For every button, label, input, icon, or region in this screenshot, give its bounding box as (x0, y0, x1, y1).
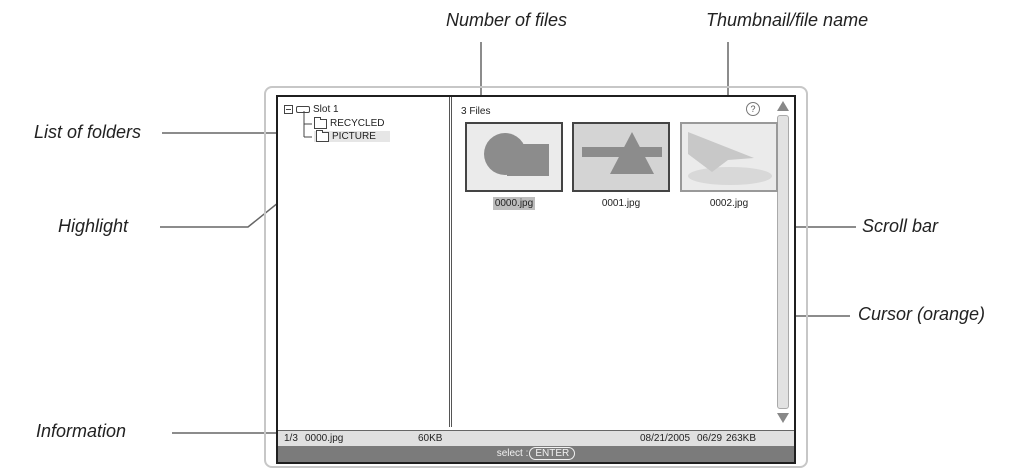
tree-root-label: Slot 1 (313, 104, 339, 115)
file-name-0002[interactable]: 0002.jpg (680, 198, 778, 209)
thumbnail-shadow-image (688, 132, 772, 185)
scroll-track[interactable] (777, 115, 789, 409)
info-index: 1/3 (284, 433, 298, 444)
info-file-size: 60KB (418, 433, 443, 444)
folder-icon (316, 129, 329, 142)
tree-item-recycled[interactable]: RECYCLED (314, 116, 385, 129)
info-total-size: 263KB (726, 433, 757, 444)
thumbnail-0001[interactable] (572, 122, 670, 192)
info-date: 08/21/2005 (640, 433, 691, 444)
scroll-bar[interactable] (776, 101, 790, 423)
collapse-icon[interactable] (284, 105, 293, 114)
folder-list-pane: Slot 1 RECYCLED PICTURE (278, 97, 452, 427)
scroll-up-icon[interactable] (777, 101, 789, 111)
thumbnail-triangle-image (582, 132, 662, 174)
thumbnail-0002[interactable] (680, 122, 778, 192)
tree-item-picture[interactable]: PICTURE (314, 129, 390, 142)
scroll-down-icon[interactable] (777, 413, 789, 423)
status-bar: select : ENTER (278, 446, 794, 462)
info-file-name: 0000.jpg (305, 433, 344, 444)
file-name-0001[interactable]: 0001.jpg (572, 198, 670, 209)
help-icon[interactable]: ? (746, 102, 760, 116)
tree-item-label: RECYCLED (330, 118, 385, 129)
thumbnail-pane: 3 Files ? 0000.jpg 0001.jpg 0002.jpg (455, 97, 794, 427)
status-prefix: select : (496, 448, 529, 459)
tree-item-label: PICTURE (332, 131, 376, 142)
browser-screen: Slot 1 RECYCLED PICTURE 3 Files ? 0000.j (276, 95, 796, 464)
thumbnail-0000[interactable] (465, 122, 563, 192)
file-name-0000[interactable]: 0000.jpg (465, 197, 563, 210)
enter-key-icon: ENTER (529, 447, 576, 460)
cursor-highlight: 0000.jpg (492, 197, 536, 210)
card-slot-icon (296, 106, 310, 113)
information-bar: 1/3 0000.jpg 60KB 08/21/2005 06/29 263KB (278, 430, 794, 447)
thumbnail-circle-square-image (484, 133, 549, 176)
folder-icon (314, 116, 327, 129)
tree-root-slot[interactable]: Slot 1 (284, 104, 339, 115)
info-time: 06/29 (697, 433, 723, 444)
file-count: 3 Files (461, 106, 491, 117)
